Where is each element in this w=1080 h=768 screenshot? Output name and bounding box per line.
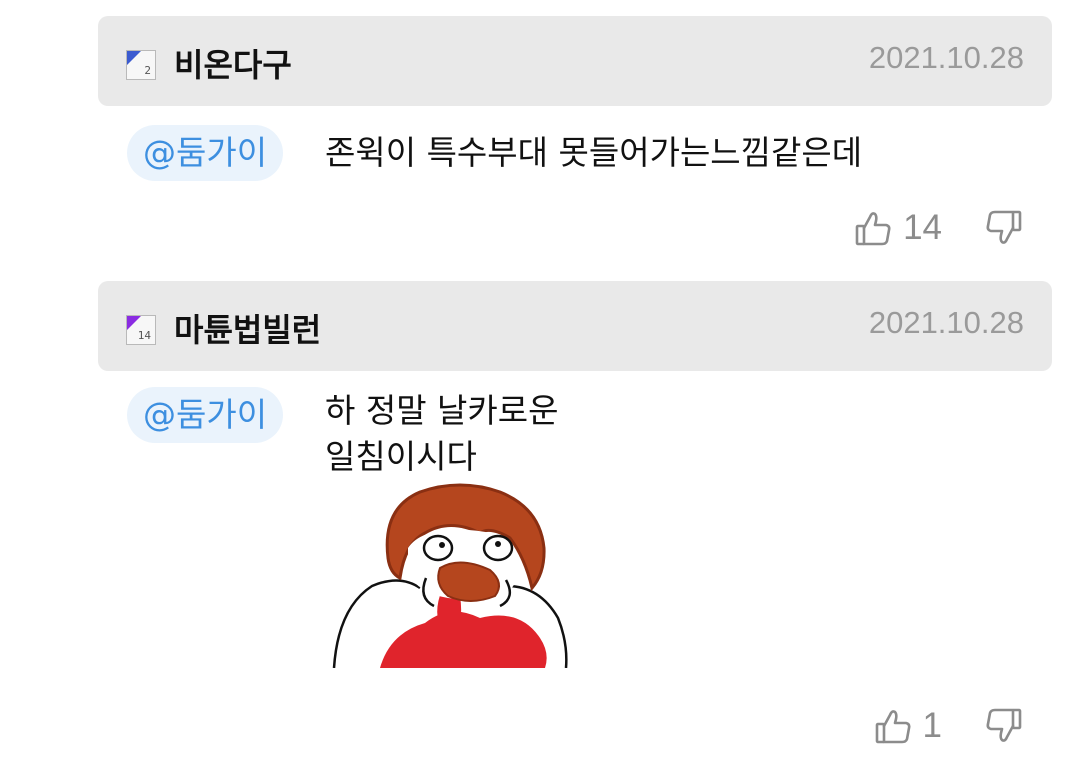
mention-tag[interactable]: @둠가이 xyxy=(127,125,284,181)
comment-text-line: 존윅이 특수부대 못들어가는느낌같은데 xyxy=(325,133,863,172)
vote-row: 14 xyxy=(853,204,1024,252)
like-count: 1 xyxy=(922,706,942,745)
comment-text: 하 정말 날카로운 일침이시다 xyxy=(325,388,559,480)
mention-tag[interactable]: @둠가이 xyxy=(127,387,284,443)
comment-text-line: 하 정말 날카로운 xyxy=(325,391,559,430)
thumbs-up-icon[interactable] xyxy=(873,706,913,746)
level-number: 2 xyxy=(144,64,151,77)
like-count: 14 xyxy=(903,208,942,247)
level-badge-icon: 2 xyxy=(126,50,156,80)
comment-text-line: 일침이시다 xyxy=(325,437,477,476)
comment-header: 14 마튠법빌런 2021.10.28 xyxy=(98,281,1052,371)
username[interactable]: 비온다구 xyxy=(174,40,292,86)
sticker-image xyxy=(330,478,576,668)
comment-date: 2021.10.28 xyxy=(868,40,1024,75)
level-number: 14 xyxy=(137,329,151,342)
comment-date: 2021.10.28 xyxy=(868,305,1024,340)
level-badge-icon: 14 xyxy=(126,315,156,345)
thumbs-down-icon[interactable] xyxy=(984,706,1024,746)
comment-list: 2 비온다구 2021.10.28 @둠가이 존윅이 특수부대 못들어가는느낌같… xyxy=(0,0,1080,768)
username[interactable]: 마튠법빌런 xyxy=(174,305,321,351)
thumbs-up-icon[interactable] xyxy=(853,208,893,248)
comment-text: 존윅이 특수부대 못들어가는느낌같은데 xyxy=(325,130,862,176)
thumbs-down-icon[interactable] xyxy=(984,208,1024,248)
vote-row: 1 xyxy=(873,702,1024,750)
comment-header: 2 비온다구 2021.10.28 xyxy=(98,16,1052,106)
